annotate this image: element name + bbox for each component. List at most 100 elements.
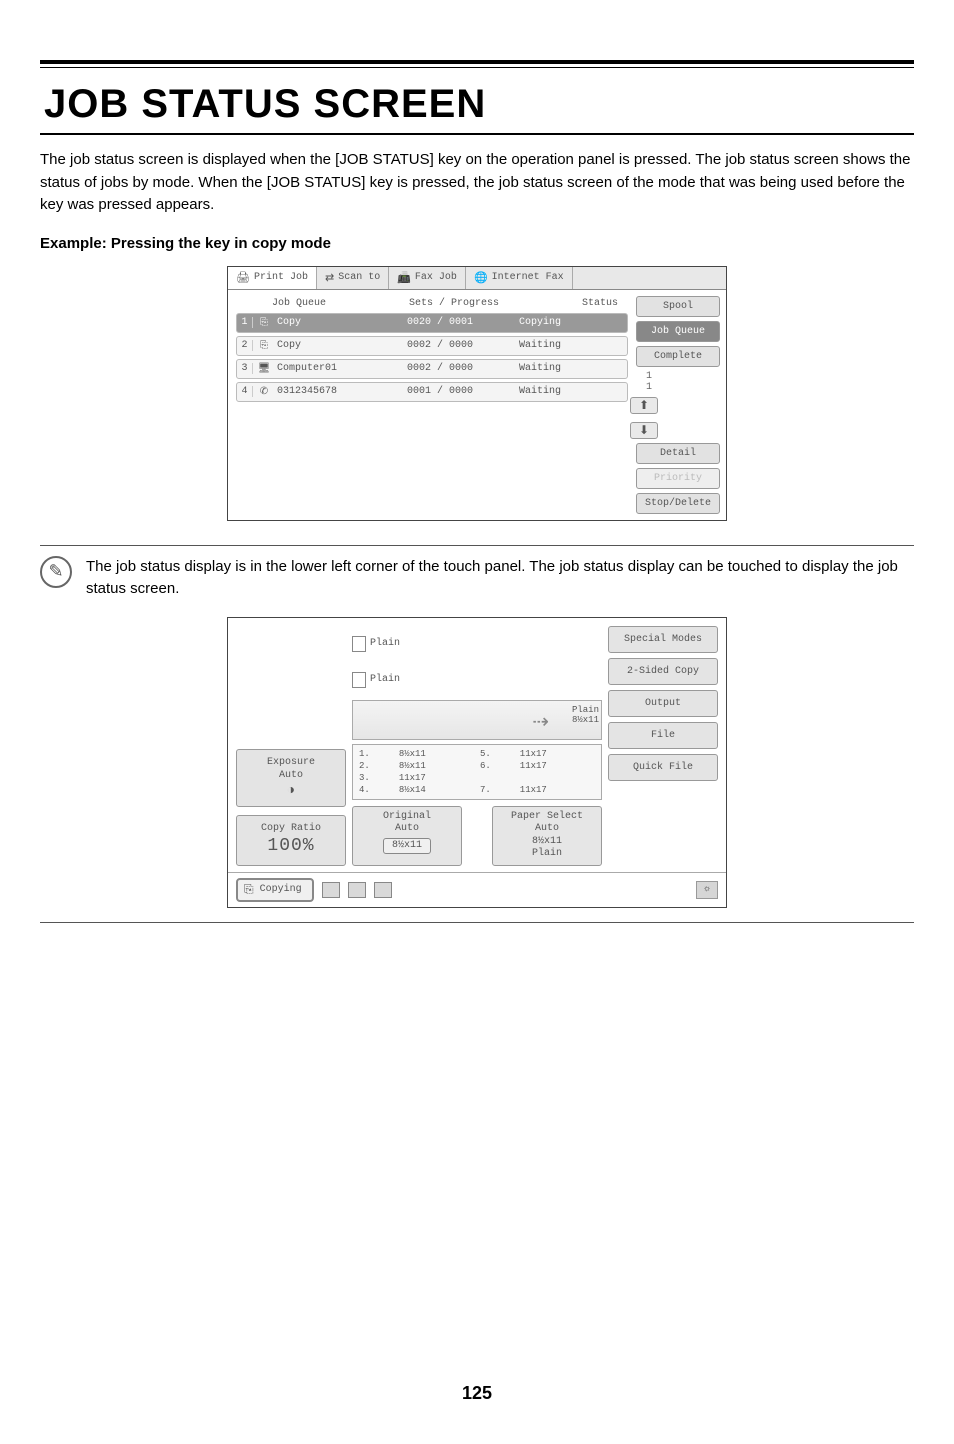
exposure-button[interactable]: Exposure Auto ◑ — [236, 749, 346, 807]
tab-print-job[interactable]: 🖨 Print Job — [228, 267, 317, 289]
spool-button[interactable]: Spool — [636, 296, 720, 317]
job-number: 2 — [237, 340, 253, 351]
tab-label: Internet Fax — [492, 272, 564, 283]
special-modes-button[interactable]: Special Modes — [608, 626, 718, 653]
job-row[interactable]: 3 🖥 Computer01 0002 / 0000 Waiting — [236, 359, 628, 379]
job-progress: 0002 / 0000 — [385, 340, 495, 351]
tray-list: 1.8½x11 5.11x17 2.8½x11 6.11x17 3.11x17 — [352, 744, 602, 800]
tray-cell: 8½x11 — [397, 749, 476, 759]
job-name: Computer01 — [275, 363, 385, 374]
copy-ratio-value: 100% — [241, 835, 341, 858]
tab-internet-fax[interactable]: 🌐 Internet Fax — [466, 267, 573, 289]
job-progress: 0020 / 0001 — [385, 317, 495, 328]
job-row[interactable]: 2 ⎘ Copy 0002 / 0000 Waiting — [236, 336, 628, 356]
tray-cell: 11x17 — [518, 749, 597, 759]
thumb-icon[interactable] — [374, 882, 392, 898]
scroll-down-button[interactable]: ⬇ — [630, 422, 658, 439]
pc-icon: 🖥 — [253, 363, 275, 375]
phone-icon: ✆ — [253, 386, 275, 398]
sheet-icon — [352, 636, 366, 652]
page-counter-bottom: 1 — [636, 382, 652, 393]
paper-select-label: Paper Select — [495, 811, 599, 824]
job-row[interactable]: 4 ✆ 0312345678 0001 / 0000 Waiting — [236, 382, 628, 402]
tab-fax-job[interactable]: 📠 Fax Job — [389, 267, 466, 289]
job-status: Waiting — [495, 386, 585, 397]
top-rule — [40, 60, 914, 68]
col-status: Status — [582, 298, 618, 309]
quick-file-button[interactable]: Quick File — [608, 754, 718, 781]
tray-cell: 8½x11 — [397, 761, 476, 771]
paper-size-tag: 8½x11 — [572, 715, 599, 726]
job-status: Waiting — [495, 340, 585, 351]
note-icon: ✎ — [40, 556, 72, 588]
tray-cell: 11x17 — [518, 761, 597, 771]
thumb-icon[interactable] — [322, 882, 340, 898]
intro-text: The job status screen is displayed when … — [40, 149, 914, 217]
exposure-value: Auto — [241, 769, 341, 782]
tab-label: Fax Job — [415, 272, 457, 283]
copy-ratio-button[interactable]: Copy Ratio 100% — [236, 815, 346, 865]
stop-delete-button[interactable]: Stop/Delete — [636, 493, 720, 514]
job-number: 1 — [237, 317, 253, 328]
page-number: 125 — [40, 1383, 914, 1404]
output-button[interactable]: Output — [608, 690, 718, 717]
plain-label-1: Plain — [370, 638, 400, 649]
fax-icon: 📠 — [397, 271, 411, 285]
original-size: 8½x11 — [383, 838, 431, 855]
sheet-icon — [352, 672, 366, 688]
exposure-icon: ◑ — [241, 782, 341, 800]
job-name: 0312345678 — [275, 386, 385, 397]
priority-button[interactable]: Priority — [636, 468, 720, 489]
job-name: Copy — [275, 340, 385, 351]
paper-select-size: 8½x11 — [495, 836, 599, 849]
exposure-label: Exposure — [241, 756, 341, 769]
machine-diagram: ⇢ Plain 8½x11 — [352, 700, 602, 740]
job-name: Copy — [275, 317, 385, 328]
job-status: Waiting — [495, 363, 585, 374]
job-row[interactable]: 1 ⎘ Copy 0020 / 0001 Copying — [236, 313, 628, 333]
paper-select-type: Plain — [495, 848, 599, 861]
printer-icon: 🖨 — [236, 271, 250, 285]
page-counter-top: 1 — [636, 371, 652, 382]
job-progress: 0001 / 0000 — [385, 386, 495, 397]
scroll-up-button[interactable]: ⬆ — [630, 397, 658, 414]
status-text: Copying — [260, 884, 302, 895]
tab-scan-to[interactable]: ⇄ Scan to — [317, 267, 389, 289]
paper-select-auto: Auto — [495, 823, 599, 836]
section-divider — [40, 545, 914, 546]
original-label: Original — [355, 811, 459, 824]
copy-icon: ⎘ — [244, 883, 254, 897]
job-progress: 0002 / 0000 — [385, 363, 495, 374]
job-number: 3 — [237, 363, 253, 374]
complete-button[interactable]: Complete — [636, 346, 720, 367]
column-headers: Job Queue Sets / Progress Status — [236, 296, 628, 313]
tray-cell: 8½x14 — [397, 785, 476, 795]
bottom-rule — [40, 922, 914, 923]
job-status-screen: 🖨 Print Job ⇄ Scan to 📠 Fax Job 🌐 Intern… — [227, 266, 727, 521]
job-status-display[interactable]: ⎘ Copying — [236, 878, 314, 902]
copy-ratio-label: Copy Ratio — [241, 822, 341, 835]
paper-select-button[interactable]: Paper Select Auto 8½x11 Plain — [492, 806, 602, 866]
copy-mode-screen: Exposure Auto ◑ Copy Ratio 100% Plain Pl… — [227, 617, 727, 908]
job-status: Copying — [495, 317, 585, 328]
two-sided-copy-button[interactable]: 2-Sided Copy — [608, 658, 718, 685]
mode-tabs: 🖨 Print Job ⇄ Scan to 📠 Fax Job 🌐 Intern… — [228, 267, 726, 290]
job-number: 4 — [237, 386, 253, 397]
example-heading: Example: Pressing the key in copy mode — [40, 235, 914, 252]
file-button[interactable]: File — [608, 722, 718, 749]
copy-icon: ⎘ — [253, 340, 275, 352]
job-queue-button[interactable]: Job Queue — [636, 321, 720, 342]
paper-type-tag: Plain — [572, 705, 599, 716]
arrow-icon: ⇢ — [532, 709, 549, 735]
tray-cell: 11x17 — [518, 785, 597, 795]
detail-button[interactable]: Detail — [636, 443, 720, 464]
thumb-icon[interactable] — [348, 882, 366, 898]
page-title: JOB STATUS SCREEN — [40, 74, 914, 135]
scan-icon: ⇄ — [325, 271, 334, 285]
tab-label: Scan to — [338, 272, 380, 283]
tray-cell: 11x17 — [397, 773, 476, 783]
preview-area: Plain Plain ⇢ Plain 8½x11 1.8½x — [352, 626, 602, 866]
brightness-icon[interactable]: ☼ — [696, 881, 718, 899]
col-job-queue: Job Queue — [272, 298, 326, 309]
original-button[interactable]: Original Auto 8½x11 — [352, 806, 462, 866]
